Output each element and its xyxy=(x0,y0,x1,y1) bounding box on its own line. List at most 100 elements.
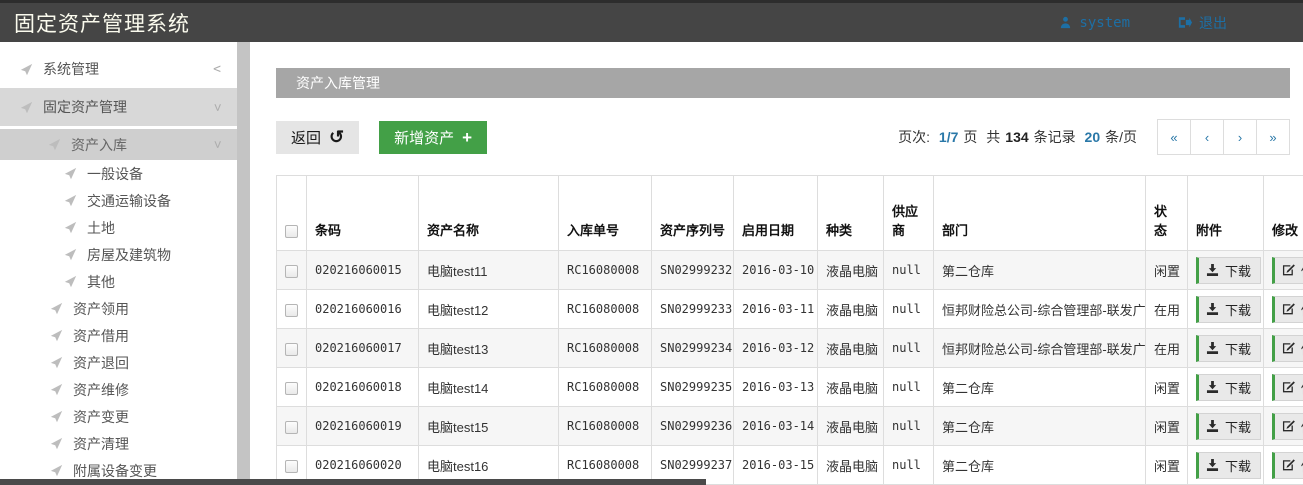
toolbar: 返回 ↺ 新增资产 + 页次: 1/7页 共134条记录 20条/页 «‹›» xyxy=(276,119,1290,155)
sidebar-item-交通运输设备[interactable]: 交通运输设备 xyxy=(0,187,237,214)
table-header-row: 条码资产名称入库单号资产序列号启用日期种类供应商部门状态附件修改 xyxy=(277,176,1303,251)
cell-supplier: null xyxy=(884,290,934,329)
cell-barcode: 020216060016 xyxy=(307,290,419,329)
row-checkbox[interactable] xyxy=(285,265,298,278)
per-page-count: 20 xyxy=(1085,129,1101,145)
download-button[interactable]: 下载 xyxy=(1196,335,1261,362)
edit-icon xyxy=(1282,381,1295,393)
nav-arrow-icon xyxy=(50,437,63,450)
download-button[interactable]: 下载 xyxy=(1196,413,1261,440)
panel-title: 资产入库管理 xyxy=(276,68,1290,98)
edit-button[interactable]: 修改 xyxy=(1272,296,1303,323)
sidebar-item-label: 一般设备 xyxy=(87,164,143,184)
download-button[interactable]: 下载 xyxy=(1196,257,1261,284)
first-page-button[interactable]: « xyxy=(1157,119,1191,155)
cell-type: 液晶电脑 xyxy=(818,368,884,407)
table-row: 020216060015电脑test11RC16080008SN02999232… xyxy=(277,251,1303,290)
cell-type: 液晶电脑 xyxy=(818,446,884,485)
download-label: 下载 xyxy=(1225,300,1251,319)
last-page-button[interactable]: » xyxy=(1256,119,1290,155)
cell-name: 电脑test11 xyxy=(419,251,559,290)
nav-arrow-icon xyxy=(50,410,63,423)
sidebar-item-其他[interactable]: 其他 xyxy=(0,268,237,295)
sidebar-item-label: 房屋及建筑物 xyxy=(87,245,171,265)
sidebar-item-资产领用[interactable]: 资产领用 xyxy=(0,295,237,322)
cell-type: 液晶电脑 xyxy=(818,251,884,290)
total-prefix: 共 xyxy=(986,127,1000,147)
download-button[interactable]: 下载 xyxy=(1196,452,1261,479)
cell-dept: 第二仓库 xyxy=(934,251,1146,290)
page-number: 1/7 xyxy=(939,129,958,145)
edit-button[interactable]: 修改 xyxy=(1272,257,1303,284)
cell-name: 电脑test14 xyxy=(419,368,559,407)
sidebar-item-房屋及建筑物[interactable]: 房屋及建筑物 xyxy=(0,241,237,268)
sidebar-item-资产清理[interactable]: 资产清理 xyxy=(0,430,237,457)
nav-arrow-icon xyxy=(64,167,77,180)
cell-order: RC16080008 xyxy=(559,290,652,329)
cell-dept: 第二仓库 xyxy=(934,446,1146,485)
row-checkbox[interactable] xyxy=(285,421,298,434)
cell-date: 2016-03-15 xyxy=(734,446,818,485)
column-header-部门: 部门 xyxy=(934,176,1146,251)
sidebar-item-资产借用[interactable]: 资产借用 xyxy=(0,322,237,349)
cell-serial: SN02999235 xyxy=(652,368,734,407)
download-label: 下载 xyxy=(1225,261,1251,280)
cell-attachment: 下载 xyxy=(1188,446,1264,485)
sidebar-item-一般设备[interactable]: 一般设备 xyxy=(0,160,237,187)
edit-button[interactable]: 修改 xyxy=(1272,374,1303,401)
column-header-供应商: 供应商 xyxy=(884,176,934,251)
sidebar-item-系统管理[interactable]: 系统管理< xyxy=(0,50,237,88)
user-menu[interactable]: system xyxy=(1059,15,1130,31)
row-checkbox[interactable] xyxy=(285,460,298,473)
table-row: 020216060019电脑test15RC16080008SN02999236… xyxy=(277,407,1303,446)
cell-barcode: 020216060015 xyxy=(307,251,419,290)
user-name: system xyxy=(1079,15,1130,31)
edit-button[interactable]: 修改 xyxy=(1272,335,1303,362)
cell-barcode: 020216060019 xyxy=(307,407,419,446)
nav-arrow-icon xyxy=(50,356,63,369)
row-checkbox[interactable] xyxy=(285,382,298,395)
row-checkbox[interactable] xyxy=(285,343,298,356)
download-button[interactable]: 下载 xyxy=(1196,296,1261,323)
sidebar-item-资产入库[interactable]: 资产入库> xyxy=(0,129,237,160)
edit-button[interactable]: 修改 xyxy=(1272,413,1303,440)
download-icon xyxy=(1206,420,1219,432)
page-suffix: 页 xyxy=(963,127,981,147)
select-all-checkbox[interactable] xyxy=(285,225,298,238)
edit-button[interactable]: 修改 xyxy=(1272,452,1303,479)
cell-barcode: 020216060017 xyxy=(307,329,419,368)
sidebar-item-土地[interactable]: 土地 xyxy=(0,214,237,241)
sidebar-item-资产退回[interactable]: 资产退回 xyxy=(0,349,237,376)
back-button[interactable]: 返回 ↺ xyxy=(276,121,359,154)
prev-page-button[interactable]: ‹ xyxy=(1190,119,1224,155)
sidebar-item-资产变更[interactable]: 资产变更 xyxy=(0,403,237,430)
logout-button[interactable]: 退出 xyxy=(1178,13,1227,33)
download-icon xyxy=(1206,381,1219,393)
cell-serial: SN02999232 xyxy=(652,251,734,290)
sidebar-item-资产维修[interactable]: 资产维修 xyxy=(0,376,237,403)
back-label: 返回 xyxy=(291,127,321,148)
cell-type: 液晶电脑 xyxy=(818,290,884,329)
sidebar-item-label: 系统管理 xyxy=(43,59,99,79)
add-asset-button[interactable]: 新增资产 + xyxy=(379,121,487,154)
bottom-strip xyxy=(0,479,706,485)
sidebar-item-固定资产管理[interactable]: 固定资产管理> xyxy=(0,88,237,126)
sidebar-item-label: 资产维修 xyxy=(73,380,129,400)
nav-arrow-icon xyxy=(50,302,63,315)
cell-modify: 修改 xyxy=(1264,290,1303,329)
sidebar-scrollbar[interactable] xyxy=(237,42,250,485)
download-button[interactable]: 下载 xyxy=(1196,374,1261,401)
cell-attachment: 下载 xyxy=(1188,329,1264,368)
cell-date: 2016-03-10 xyxy=(734,251,818,290)
row-checkbox[interactable] xyxy=(285,304,298,317)
sidebar-item-label: 资产借用 xyxy=(73,326,129,346)
cell-order: RC16080008 xyxy=(559,368,652,407)
content-area: 资产入库管理 返回 ↺ 新增资产 + 页次: 1/7页 共134条记录 20条/… xyxy=(250,42,1303,485)
sidebar-item-label: 资产退回 xyxy=(73,353,129,373)
chevron-down-icon: > xyxy=(210,103,225,111)
logout-label: 退出 xyxy=(1199,13,1227,33)
nav-arrow-icon xyxy=(64,248,77,261)
logout-icon xyxy=(1178,16,1192,29)
cell-dept: 恒邦财险总公司-综合管理部-联发广场 xyxy=(934,290,1146,329)
next-page-button[interactable]: › xyxy=(1223,119,1257,155)
